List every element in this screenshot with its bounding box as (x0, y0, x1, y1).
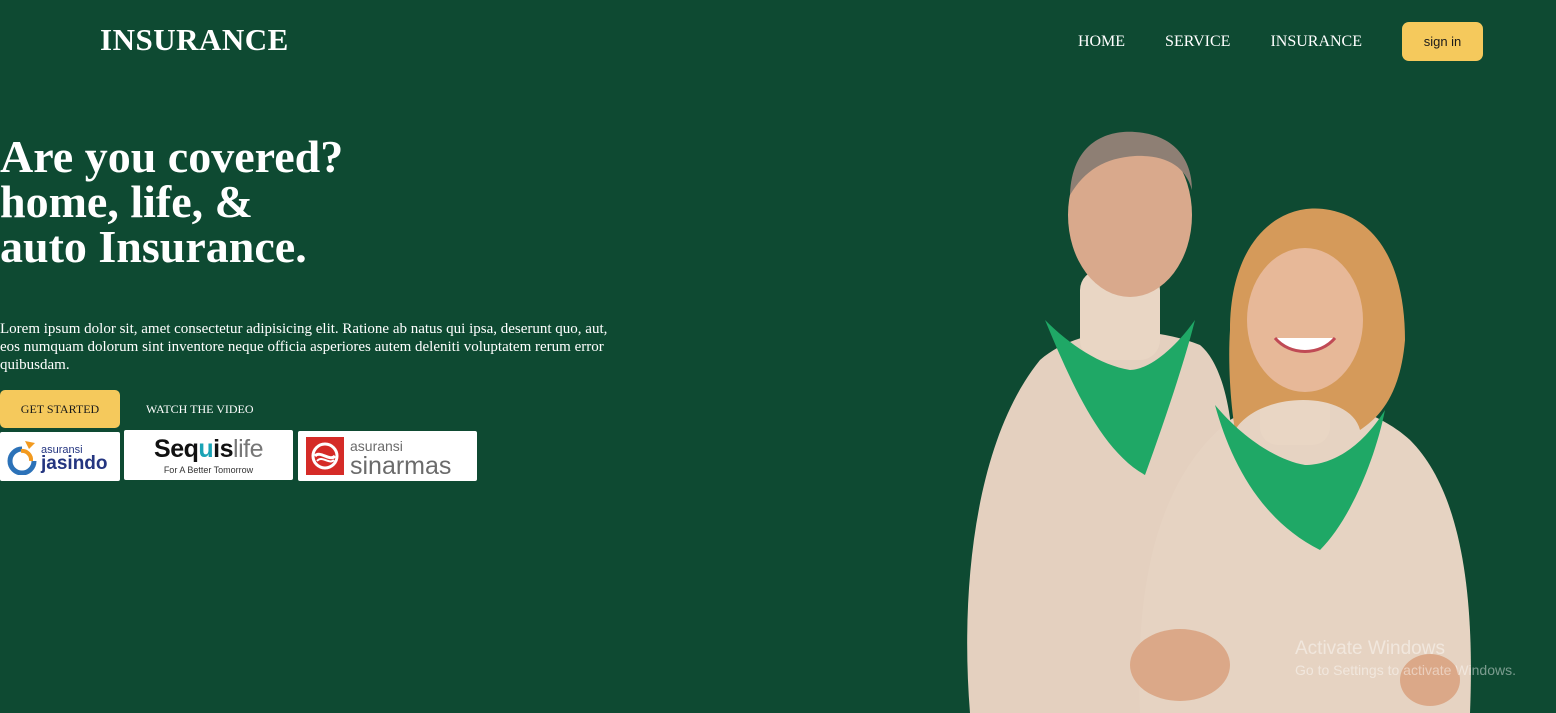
hero-couple-image (930, 120, 1530, 713)
jasindo-logo: asuransi jasindo (0, 432, 120, 481)
sinarmas-logo: asuransi sinarmas (298, 431, 477, 481)
get-started-button[interactable]: GET STARTED (0, 390, 120, 428)
windows-activation-watermark: Activate Windows Go to Settings to activ… (1295, 638, 1516, 678)
watch-video-link[interactable]: WATCH THE VIDEO (146, 390, 254, 428)
sign-in-button[interactable]: sign in (1402, 22, 1483, 61)
nav-insurance[interactable]: INSURANCE (1270, 22, 1362, 61)
sequis-part-life: life (233, 434, 263, 463)
watermark-title: Activate Windows (1295, 638, 1445, 659)
sequis-part-u: u (198, 434, 214, 463)
jasindo-wordmark: asuransi jasindo (41, 444, 108, 474)
watermark-subtitle: Go to Settings to activate Windows. (1295, 662, 1516, 678)
sinarmas-wordmark: asuransi sinarmas (350, 436, 452, 480)
sinarmas-emblem-icon (306, 437, 344, 475)
sequis-logo: Sequislife For A Better Tomorrow (124, 430, 293, 480)
sequis-part-b: is (213, 434, 234, 463)
main-nav: HOME SERVICE INSURANCE sign in (1078, 22, 1483, 61)
nav-home[interactable]: HOME (1078, 22, 1125, 61)
page: INSURANCE HOME SERVICE INSURANCE sign in… (0, 0, 1556, 713)
nav-service[interactable]: SERVICE (1165, 22, 1230, 61)
brand-logo[interactable]: INSURANCE (100, 22, 289, 58)
headline-line-2: home, life, & (0, 176, 253, 227)
hero-headline: Are you covered? home, life, & auto Insu… (0, 131, 344, 272)
headline-line-3: auto Insurance. (0, 221, 307, 272)
sequis-part-a: Seq (154, 434, 199, 463)
sequis-tagline: For A Better Tomorrow (163, 464, 254, 475)
jasindo-swirl-icon (7, 439, 37, 475)
headline-line-1: Are you covered? (0, 131, 344, 182)
jasindo-big-text: jasindo (41, 452, 108, 474)
hero-description: Lorem ipsum dolor sit, amet consectetur … (0, 321, 608, 373)
sequis-wordmark: Sequislife (154, 436, 263, 462)
sinarmas-big-text: sinarmas (350, 452, 452, 480)
